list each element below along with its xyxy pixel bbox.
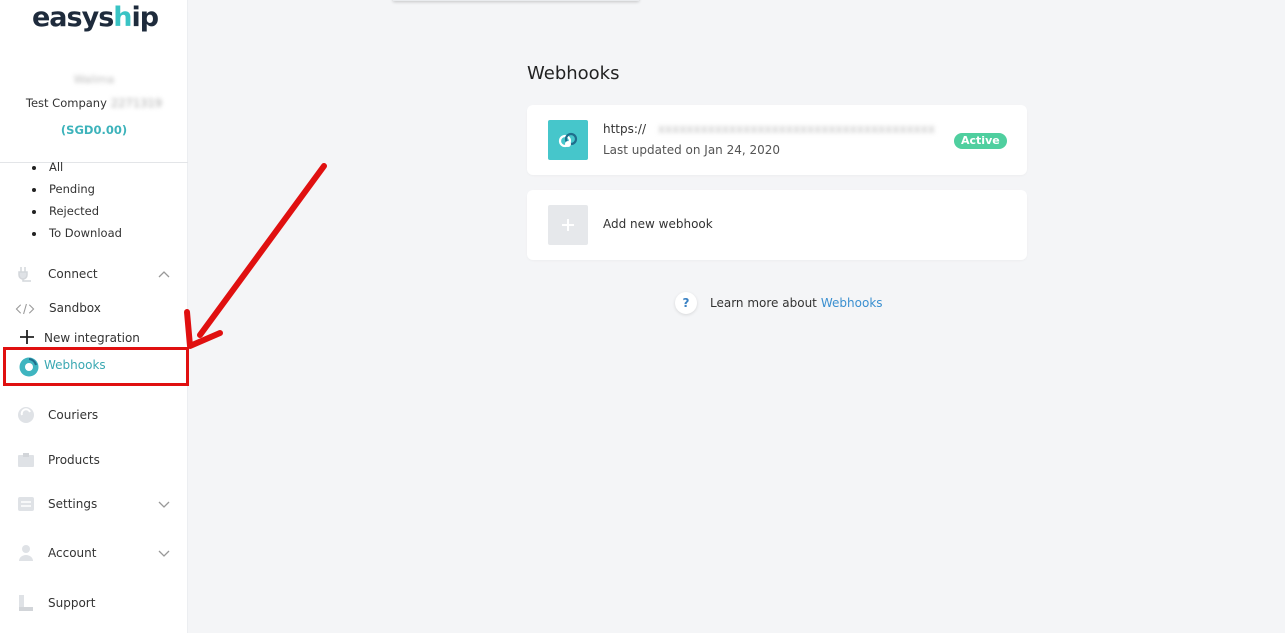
box-icon — [16, 450, 36, 470]
sidebar-item-support[interactable]: Support — [0, 588, 188, 618]
support-icon — [16, 593, 36, 613]
webhook-icon — [19, 357, 39, 377]
sidebar-item-couriers[interactable]: Couriers — [0, 400, 188, 430]
sidebar-item-label: Settings — [48, 497, 98, 511]
sidebar-item-products[interactable]: Products — [0, 445, 188, 475]
sidebar-item-label: New integration — [44, 331, 140, 345]
sidebar: easyship Walima Test Company 2271319 (SGD… — [0, 0, 189, 633]
courier-icon — [16, 405, 36, 425]
add-webhook-card[interactable]: Add new webhook — [527, 190, 1027, 260]
webhook-url: https://xxxxxxxxxxxxxxxxxxxxxxxxxxxxxxxx… — [603, 122, 935, 136]
easyship-logo[interactable]: easyship — [32, 2, 159, 33]
sidebar-item-account[interactable]: Account — [0, 538, 188, 568]
sidebar-subitem-to-download[interactable]: To Download — [32, 226, 122, 240]
chevron-down-icon[interactable] — [157, 497, 171, 511]
user-icon — [16, 543, 36, 563]
account-balance[interactable]: (SGD0.00) — [0, 123, 188, 137]
sidebar-item-label: Account — [48, 546, 97, 560]
learn-more-text: Learn more about — [710, 296, 817, 310]
sidebar-item-new-integration[interactable]: New integration — [0, 326, 188, 348]
sidebar-item-label: Couriers — [48, 408, 99, 422]
annotation-arrow — [184, 163, 327, 349]
chevron-down-icon[interactable] — [157, 546, 171, 560]
sidebar-item-webhooks[interactable]: Webhooks — [3, 347, 189, 386]
help-icon: ? — [675, 292, 697, 314]
webhook-icon — [548, 120, 588, 160]
sidebar-item-label: Products — [48, 453, 100, 467]
plus-icon — [17, 327, 37, 347]
code-icon — [15, 299, 35, 319]
sidebar-item-label: Connect — [48, 267, 98, 281]
settings-icon — [16, 494, 36, 514]
sidebar-item-settings[interactable]: Settings — [0, 489, 188, 519]
sidebar-divider — [0, 162, 188, 163]
sidebar-item-connect[interactable]: Connect — [0, 259, 188, 289]
sidebar-item-sandbox[interactable]: Sandbox — [0, 298, 188, 320]
user-name: Walima — [73, 73, 115, 86]
learn-more: ? Learn more about Webhooks — [675, 291, 883, 315]
webhook-card[interactable]: https://xxxxxxxxxxxxxxxxxxxxxxxxxxxxxxxx… — [527, 105, 1027, 175]
plug-icon — [16, 264, 36, 284]
page-title: Webhooks — [527, 63, 620, 84]
webhooks-docs-link[interactable]: Webhooks — [821, 296, 883, 310]
sidebar-item-label: Sandbox — [49, 301, 101, 315]
company-name: Test Company 2271319 — [25, 96, 163, 110]
sidebar-item-label: Support — [48, 596, 96, 610]
add-webhook-label: Add new webhook — [603, 217, 713, 231]
status-badge: Active — [954, 133, 1007, 149]
chevron-up-icon[interactable] — [157, 267, 171, 281]
sidebar-subitem-all[interactable]: All — [31, 160, 63, 174]
sidebar-item-label: Webhooks — [44, 358, 106, 372]
sidebar-subitem-pending[interactable]: Pending — [32, 182, 95, 196]
top-dropdown-edge — [393, 0, 639, 1]
webhook-updated: Last updated on Jan 24, 2020 — [603, 143, 781, 157]
sidebar-subitem-rejected[interactable]: Rejected — [31, 204, 99, 218]
plus-icon — [548, 205, 588, 245]
